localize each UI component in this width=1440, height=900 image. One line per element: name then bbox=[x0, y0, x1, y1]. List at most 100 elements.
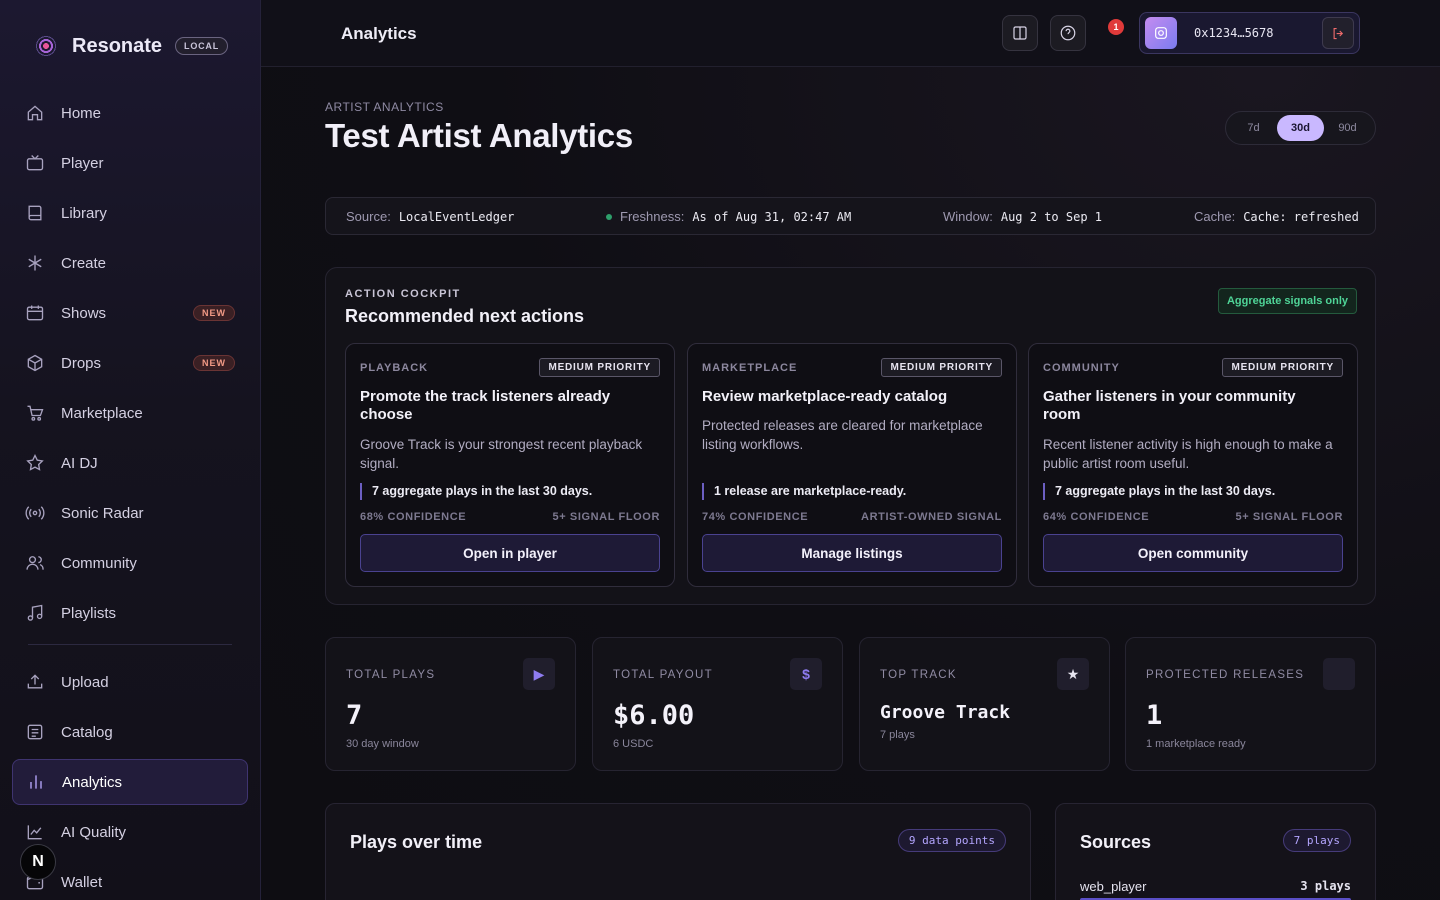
sidebar-divider bbox=[28, 644, 232, 645]
kpi-value: Groove Track bbox=[880, 702, 1011, 723]
sidebar-item-playlists[interactable]: Playlists bbox=[12, 590, 248, 636]
card-description: Protected releases are cleared for marke… bbox=[702, 418, 983, 452]
action-card-community: COMMUNITY MEDIUM PRIORITY Gather listene… bbox=[1028, 343, 1358, 587]
new-badge: NEW bbox=[193, 355, 235, 371]
sidebar-item-sonic-radar[interactable]: Sonic Radar bbox=[12, 490, 248, 536]
kpi-protected-releases: PROTECTED RELEASES 1 1 marketplace ready bbox=[1125, 637, 1376, 771]
cockpit-title: Recommended next actions bbox=[345, 306, 585, 326]
card-confidence: 64% CONFIDENCE bbox=[1043, 511, 1150, 523]
star-icon: ★ bbox=[1057, 658, 1089, 690]
card-title: Promote the track listeners already choo… bbox=[360, 388, 611, 423]
sidebar-item-library[interactable]: Library bbox=[12, 190, 248, 236]
card-stat: 7 aggregate plays in the last 30 days. bbox=[1043, 483, 1275, 500]
meta-cache: Cache: Cache: refreshed bbox=[1194, 209, 1359, 224]
kpi-total-plays: TOTAL PLAYS ▶ 7 30 day window bbox=[325, 637, 576, 771]
sidebar-item-ai-dj[interactable]: AI DJ bbox=[12, 440, 248, 486]
kpi-label: TOP TRACK bbox=[880, 669, 957, 681]
tv-icon bbox=[24, 152, 46, 174]
asterisk-icon bbox=[24, 252, 46, 274]
wallet-avatar bbox=[1145, 17, 1177, 49]
card-category: MARKETPLACE bbox=[702, 362, 798, 374]
sidebar-item-label: Player bbox=[61, 154, 104, 172]
data-points-pill: 9 data points bbox=[897, 829, 1006, 852]
kpi-subtext: 7 plays bbox=[880, 729, 915, 741]
open-in-player-button[interactable]: Open in player bbox=[360, 534, 660, 572]
kpi-label: PROTECTED RELEASES bbox=[1146, 669, 1305, 681]
upload-icon bbox=[24, 671, 46, 693]
meta-value: As of Aug 31, 02:47 AM bbox=[692, 209, 852, 224]
sidebar-item-drops[interactable]: Drops NEW bbox=[12, 340, 248, 386]
meta-freshness: Freshness: As of Aug 31, 02:47 AM bbox=[606, 209, 851, 224]
notification-badge[interactable]: 1 bbox=[1108, 19, 1124, 35]
card-confidence: 74% CONFIDENCE bbox=[702, 511, 809, 523]
panel-title: Plays over time bbox=[350, 832, 483, 852]
sidebar-item-analytics[interactable]: Analytics bbox=[12, 759, 248, 805]
sidebar-nav: Home Player Library Create Shows NEW Dro… bbox=[12, 90, 248, 900]
sidebar-item-label: Community bbox=[61, 554, 137, 572]
instagram-icon bbox=[1153, 25, 1169, 41]
card-category: PLAYBACK bbox=[360, 362, 429, 374]
time-range-selector: 7d 30d 90d bbox=[1225, 111, 1376, 145]
panel-title: Sources bbox=[1080, 832, 1152, 852]
sidebar-panel-icon bbox=[1011, 24, 1029, 42]
calendar-icon bbox=[24, 302, 46, 324]
sidebar-item-label: Sonic Radar bbox=[61, 504, 144, 522]
action-card-marketplace: MARKETPLACE MEDIUM PRIORITY Review marke… bbox=[687, 343, 1017, 587]
help-button[interactable] bbox=[1050, 15, 1086, 51]
shield-icon bbox=[1323, 658, 1355, 690]
sidebar-item-marketplace[interactable]: Marketplace bbox=[12, 390, 248, 436]
sidebar-item-home[interactable]: Home bbox=[12, 90, 248, 136]
manage-listings-button[interactable]: Manage listings bbox=[702, 534, 1002, 572]
kpi-value: 7 bbox=[346, 700, 363, 731]
plays-count-pill: 7 plays bbox=[1282, 829, 1351, 852]
dev-tools-button[interactable]: N bbox=[20, 844, 56, 880]
environment-badge: LOCAL bbox=[175, 37, 229, 55]
range-option-30d[interactable]: 30d bbox=[1277, 115, 1324, 141]
kpi-subtext: 1 marketplace ready bbox=[1146, 738, 1246, 750]
sidebar-item-catalog[interactable]: Catalog bbox=[12, 709, 248, 755]
disconnect-button[interactable] bbox=[1322, 17, 1354, 49]
page-eyebrow: ARTIST ANALYTICS bbox=[325, 100, 444, 114]
brand[interactable]: Resonate LOCAL bbox=[32, 32, 229, 60]
data-provenance-bar: Source: LocalEventLedger Freshness: As o… bbox=[325, 197, 1376, 235]
sidebar-item-create[interactable]: Create bbox=[12, 240, 248, 286]
card-signal: ARTIST-OWNED SIGNAL bbox=[861, 511, 1002, 523]
sidebar-item-label: Create bbox=[61, 254, 107, 272]
sidebar-item-shows[interactable]: Shows NEW bbox=[12, 290, 248, 336]
users-icon bbox=[24, 552, 46, 574]
kpi-subtext: 6 USDC bbox=[613, 738, 654, 750]
range-option-7d[interactable]: 7d bbox=[1230, 115, 1277, 141]
music-icon bbox=[24, 602, 46, 624]
range-option-90d[interactable]: 90d bbox=[1324, 115, 1371, 141]
list-icon bbox=[24, 721, 46, 743]
meta-label: Window: bbox=[943, 209, 993, 224]
star-icon bbox=[24, 452, 46, 474]
sidebar: Resonate LOCAL Home Player Library Creat… bbox=[0, 0, 261, 900]
play-icon: ▶ bbox=[523, 658, 555, 690]
box-icon bbox=[24, 352, 46, 374]
sidebar-item-label: Playlists bbox=[61, 604, 117, 622]
logout-icon bbox=[1331, 26, 1346, 41]
open-community-button[interactable]: Open community bbox=[1043, 534, 1343, 572]
card-signal: 5+ SIGNAL FLOOR bbox=[1235, 511, 1343, 523]
kpi-subtext: 30 day window bbox=[346, 738, 419, 750]
sidebar-item-label: Home bbox=[61, 104, 102, 122]
sidebar-item-upload[interactable]: Upload bbox=[12, 659, 248, 705]
freshness-status-dot bbox=[606, 213, 612, 220]
priority-badge: MEDIUM PRIORITY bbox=[881, 358, 1002, 377]
radar-icon bbox=[24, 502, 46, 524]
sidebar-item-label: Marketplace bbox=[61, 404, 143, 422]
bar-chart-icon bbox=[25, 771, 47, 793]
priority-badge: MEDIUM PRIORITY bbox=[1222, 358, 1343, 377]
plays-over-time-panel: Plays over time 9 data points bbox=[325, 803, 1031, 900]
sidebar-item-player[interactable]: Player bbox=[12, 140, 248, 186]
card-title: Review marketplace-ready catalog bbox=[702, 388, 948, 405]
cockpit-eyebrow: ACTION COCKPIT bbox=[345, 288, 461, 300]
sidebar-item-label: Catalog bbox=[61, 723, 113, 741]
kpi-value: $6.00 bbox=[613, 700, 695, 731]
wallet-chip[interactable]: 0x1234…5678 bbox=[1139, 12, 1360, 54]
kpi-label: TOTAL PAYOUT bbox=[613, 669, 713, 681]
toggle-panel-button[interactable] bbox=[1002, 15, 1038, 51]
sidebar-item-community[interactable]: Community bbox=[12, 540, 248, 586]
wallet-address: 0x1234…5678 bbox=[1194, 26, 1274, 40]
